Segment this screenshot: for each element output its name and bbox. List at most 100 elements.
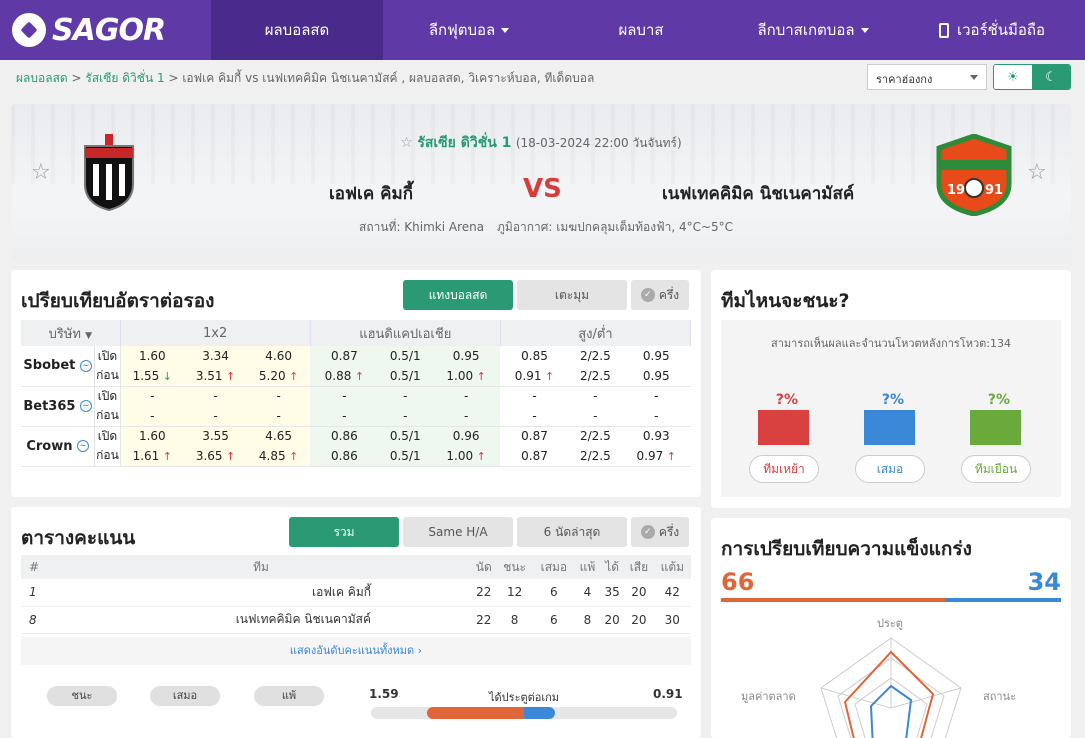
tab-half[interactable]: ✓ ครึ่ง bbox=[631, 280, 689, 310]
breadcrumb-current: เอฟเค คิมกี้ vs เนฟเทคคิมิค นิชเนคามัสค์… bbox=[182, 71, 595, 85]
odds-value: 1.60 bbox=[120, 346, 184, 366]
odds-value: 0.5/1 bbox=[378, 366, 432, 387]
odds-value: 0.95 bbox=[431, 346, 501, 366]
odds-value: 0.95 bbox=[622, 366, 691, 387]
odds-value: 1.00 bbox=[431, 366, 501, 387]
tab-last-6[interactable]: 6 นัดล่าสุด bbox=[517, 517, 627, 547]
draw-vote-pct: ?% bbox=[881, 392, 905, 408]
header-1x2: 1x2 bbox=[120, 320, 311, 346]
nav-live-scores[interactable]: ผลบอลสด bbox=[211, 0, 383, 60]
away-goals-per-game: 0.91 bbox=[653, 687, 683, 701]
tab-live-betting[interactable]: แทงบอลสด bbox=[403, 280, 513, 310]
before-label: ก่อน bbox=[94, 366, 121, 387]
table-row[interactable]: 1 เอฟเค คิมกี้ 22 12 6 4 35 20 42 bbox=[21, 579, 691, 607]
svg-text:91: 91 bbox=[985, 183, 1003, 198]
away-vote-pct: ?% bbox=[987, 392, 1011, 408]
vote-draw-button[interactable]: เสมอ bbox=[855, 455, 925, 483]
favorite-star-icon[interactable]: ☆ bbox=[31, 160, 51, 185]
draw-vote-bar bbox=[864, 410, 915, 445]
sun-icon[interactable]: ☀ bbox=[994, 65, 1032, 89]
odds-value: 2/2.5 bbox=[568, 366, 623, 387]
odds-value: 4.85 bbox=[247, 446, 311, 467]
odds-value: 3.65 bbox=[184, 446, 248, 467]
draw-legend: เสมอ bbox=[150, 686, 220, 706]
tab-corners[interactable]: เตะมุม bbox=[517, 280, 627, 310]
match-header: ☆ ☆ 19 91 ☆ รัสเซีย ดิวิชั่น 1 (18-03-20… bbox=[11, 104, 1071, 260]
standings-table: # ทีม นัด ชนะ เสมอ แพ้ ได้ เสีย แต้ม 1 เ… bbox=[21, 555, 691, 634]
bookmaker-sbobet[interactable]: Sbobet ~ bbox=[21, 346, 96, 387]
odds-value: 0.91 bbox=[500, 366, 569, 387]
tab-same-ha[interactable]: Same H/A bbox=[403, 517, 513, 547]
moon-icon[interactable]: ☾ bbox=[1032, 65, 1070, 89]
logo-text: SAGOR bbox=[52, 12, 166, 48]
home-strength-bar bbox=[721, 598, 946, 602]
nav-basketball-results[interactable]: ผลบาส bbox=[555, 0, 727, 60]
odds-value: 3.55 bbox=[184, 426, 248, 446]
odds-value: - bbox=[184, 386, 248, 406]
odds-value: - bbox=[500, 406, 569, 427]
odds-value: 1.61 bbox=[120, 446, 184, 467]
odds-chart-icon[interactable]: ~ bbox=[77, 440, 89, 452]
top-nav: SAGOR ผลบอลสด ลีกฟุตบอล ผลบาส ลีกบาสเกตบ… bbox=[0, 0, 1085, 60]
bookmaker-bet365[interactable]: Bet365 ~ bbox=[21, 386, 96, 427]
home-goals-per-game: 1.59 bbox=[369, 687, 399, 701]
axis-form-label: สถานะ bbox=[983, 690, 1016, 703]
check-icon: ✓ bbox=[640, 525, 655, 539]
league-name[interactable]: รัสเซีย ดิวิชั่น 1 bbox=[417, 135, 511, 151]
odds-row-before: ก่อน - - - - - - - - - bbox=[21, 406, 691, 427]
odds-value: 1.55 bbox=[120, 366, 184, 387]
svg-text:19: 19 bbox=[947, 183, 965, 198]
caret-down-icon bbox=[501, 27, 510, 33]
home-team-name[interactable]: เอฟเค คิมกี้ bbox=[329, 180, 413, 207]
odds-value: 2/2.5 bbox=[568, 446, 623, 467]
vote-away-button[interactable]: ทีมเยือน bbox=[961, 455, 1031, 483]
odds-value: 0.86 bbox=[310, 426, 379, 446]
odds-value: 4.65 bbox=[247, 426, 311, 446]
tab-half[interactable]: ✓ ครึ่ง bbox=[631, 517, 689, 547]
odds-chart-icon[interactable]: ~ bbox=[79, 400, 92, 412]
odds-value: 0.87 bbox=[310, 346, 379, 366]
before-label: ก่อน bbox=[94, 406, 121, 427]
odds-value: 2/2.5 bbox=[568, 426, 623, 446]
away-vote-bar bbox=[970, 410, 1021, 445]
open-label: เปิด bbox=[94, 346, 121, 366]
vote-home-button[interactable]: ทีมเหย้า bbox=[749, 455, 819, 483]
favorite-star-icon[interactable]: ☆ bbox=[1027, 160, 1047, 185]
nav-basketball-leagues[interactable]: ลีกบาสเกตบอล bbox=[727, 0, 899, 60]
odds-format-select[interactable]: ราคาฮ่องกง bbox=[867, 64, 987, 90]
odds-value: 0.86 bbox=[310, 446, 379, 467]
before-label: ก่อน bbox=[94, 446, 121, 467]
phone-icon bbox=[938, 22, 949, 38]
nav-mobile-version[interactable]: เวอร์ชั่นมือถือ bbox=[899, 0, 1085, 60]
league-star-icon[interactable]: ☆ bbox=[400, 135, 413, 151]
loss-legend: แพ้ bbox=[254, 686, 324, 706]
header-company[interactable]: บริษัท ▼ bbox=[21, 320, 121, 346]
tab-overall[interactable]: รวม bbox=[289, 517, 399, 547]
axis-market-value-label: มูลค่าตลาด bbox=[741, 690, 796, 703]
odds-row-open: Sbobet ~ เปิด 1.60 3.34 4.60 0.87 0.5/1 0.95 0.8… bbox=[21, 346, 691, 387]
odds-value: 1.00 bbox=[431, 446, 501, 467]
odds-value: - bbox=[622, 406, 691, 427]
vs-label: VS bbox=[523, 174, 562, 204]
odds-title: เปรียบเทียบอัตราต่อรอง bbox=[21, 290, 215, 312]
site-logo[interactable]: SAGOR bbox=[0, 0, 211, 60]
odds-value: 3.34 bbox=[184, 346, 248, 366]
theme-toggle[interactable]: ☀ ☾ bbox=[993, 64, 1071, 90]
odds-chart-icon[interactable]: ~ bbox=[79, 359, 92, 372]
table-row[interactable]: 8 เนฟเทคคิมิค นิชเนคามัสค์ 22 8 6 8 20 2… bbox=[21, 606, 691, 634]
breadcrumb-league[interactable]: รัสเซีย ดิวิชั่น 1 bbox=[85, 71, 164, 85]
odds-value: 0.88 bbox=[310, 366, 379, 387]
open-label: เปิด bbox=[94, 386, 121, 406]
breadcrumb-home[interactable]: ผลบอลสด bbox=[16, 71, 68, 85]
away-team-name[interactable]: เนฟเทคคิมิค นิชเนคามัสค์ bbox=[662, 180, 854, 207]
odds-value: - bbox=[310, 406, 379, 427]
venue: สถานที่: Khimki Arena bbox=[359, 220, 485, 234]
header-over-under: สูง/ต่ำ bbox=[500, 320, 692, 346]
odds-value: 0.87 bbox=[500, 426, 569, 446]
odds-value: - bbox=[500, 386, 569, 406]
show-all-standings-link[interactable]: แสดงอันดับคะแนนทั้งหมด › bbox=[21, 637, 691, 665]
odds-value: - bbox=[247, 386, 311, 406]
caret-down-icon bbox=[860, 27, 869, 33]
nav-football-leagues[interactable]: ลีกฟุตบอล bbox=[383, 0, 555, 60]
bookmaker-crown[interactable]: Crown ~ bbox=[21, 426, 96, 467]
